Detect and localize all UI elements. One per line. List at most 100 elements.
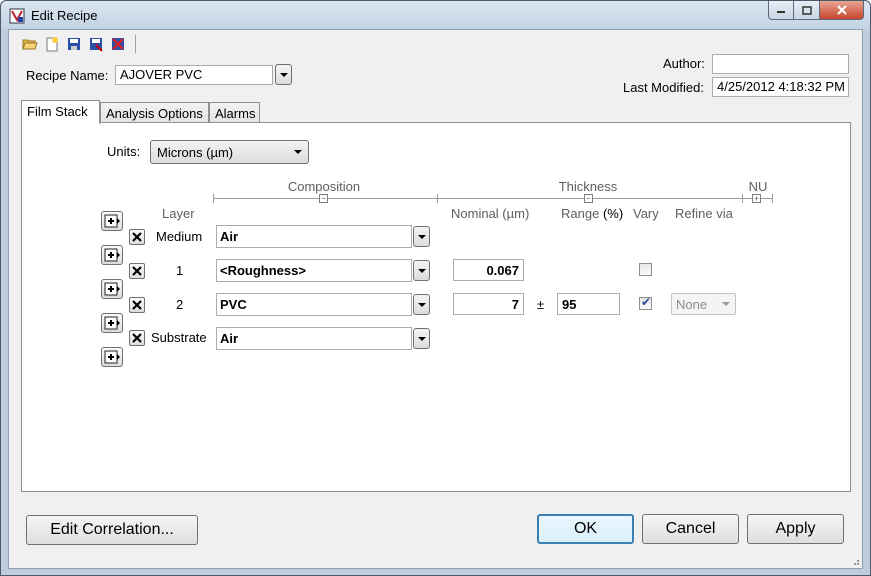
ok-button[interactable]: OK (537, 514, 634, 544)
add-layer-icon (104, 282, 120, 296)
chevron-down-icon (294, 150, 302, 154)
title-bar[interactable]: Edit Recipe (1, 1, 870, 29)
delete-layer-button[interactable] (129, 297, 145, 313)
maximize-icon (801, 5, 812, 15)
layer-name: Substrate (151, 330, 207, 345)
tab-alarms[interactable]: Alarms (209, 102, 260, 123)
chevron-down-icon (417, 268, 426, 273)
composition-field[interactable]: Air (216, 327, 412, 350)
chevron-down-icon (417, 234, 426, 239)
recipe-name-label: Recipe Name: (26, 68, 109, 83)
layer-column-header: Layer (162, 206, 195, 221)
last-modified-label: Last Modified: (623, 80, 704, 95)
header-tick (213, 194, 214, 203)
author-field[interactable] (712, 54, 849, 74)
header-tick (772, 194, 773, 203)
nominal-thickness-field[interactable]: 7 (453, 293, 524, 315)
delete-icon (132, 232, 142, 242)
range-label: Range (561, 206, 600, 221)
plus-minus-sign: ± (537, 297, 545, 312)
open-folder-icon[interactable] (19, 34, 41, 54)
composition-collapse-toggle[interactable]: − (319, 194, 328, 203)
add-layer-icon (104, 214, 120, 228)
save-icon[interactable] (63, 34, 85, 54)
nominal-thickness-field[interactable]: 0.067 (453, 259, 524, 281)
delete-layer-button[interactable] (129, 229, 145, 245)
window-title: Edit Recipe (31, 8, 98, 23)
chevron-down-icon (279, 72, 288, 77)
add-layer-icon (104, 350, 120, 364)
composition-dropdown-button[interactable] (413, 328, 430, 349)
caption-buttons (768, 1, 864, 21)
add-layer-button[interactable] (101, 245, 123, 265)
nu-expand-toggle[interactable]: + (752, 194, 761, 203)
delete-file-icon[interactable] (107, 34, 129, 54)
minimize-icon (777, 11, 785, 13)
header-tick (742, 194, 743, 203)
save-as-icon[interactable] (85, 34, 107, 54)
minimize-button[interactable] (768, 1, 794, 20)
checkmark-icon: ✔ (641, 295, 652, 309)
refine-via-value: None (676, 297, 708, 312)
composition-dropdown-button[interactable] (413, 294, 430, 315)
add-layer-icon (104, 316, 120, 330)
nominal-column-header: Nominal (µm) (451, 206, 530, 221)
thickness-header: Thickness (558, 179, 618, 194)
tab-film-stack[interactable]: Film Stack (21, 100, 100, 124)
add-layer-button[interactable] (101, 211, 123, 231)
apply-button[interactable]: Apply (747, 514, 844, 544)
composition-dropdown-button[interactable] (413, 260, 430, 281)
dialog-client: Recipe Name: AJOVER PVC Author: Last Mod… (8, 29, 863, 569)
units-select[interactable]: Microns (µm) (150, 140, 309, 164)
vary-column-header: Vary (633, 206, 659, 221)
add-layer-button[interactable] (101, 279, 123, 299)
delete-icon (132, 300, 142, 310)
close-icon (836, 5, 847, 15)
edit-correlation-button[interactable]: Edit Correlation... (26, 515, 198, 545)
delete-icon (132, 266, 142, 276)
range-column-header: Range (%) (561, 206, 623, 221)
units-label: Units: (107, 144, 141, 159)
refine-column-header: Refine via (675, 206, 733, 221)
chevron-down-icon (417, 302, 426, 307)
close-button[interactable] (820, 1, 864, 20)
header-rule (213, 198, 773, 199)
app-icon (9, 8, 25, 24)
composition-dropdown-button[interactable] (413, 226, 430, 247)
delete-icon (132, 333, 142, 343)
header-tick (437, 194, 438, 203)
composition-header: Composition (287, 179, 361, 194)
author-label: Author: (663, 56, 705, 71)
composition-field[interactable]: PVC (216, 293, 412, 316)
toolbar-separator (135, 35, 136, 53)
vary-checkbox[interactable] (639, 263, 652, 276)
delete-layer-button[interactable] (129, 263, 145, 279)
composition-field[interactable]: Air (216, 225, 412, 248)
recipe-name-combo[interactable]: AJOVER PVC (115, 65, 273, 85)
add-layer-button[interactable] (101, 313, 123, 333)
add-layer-icon (104, 248, 120, 262)
film-stack-panel: Units: Microns (µm) Composition Thicknes… (21, 122, 851, 492)
recipe-name-dropdown-button[interactable] (275, 64, 292, 85)
tab-analysis-options[interactable]: Analysis Options (100, 102, 209, 123)
chevron-down-icon (722, 302, 730, 306)
last-modified-field: 4/25/2012 4:18:32 PM (712, 77, 849, 97)
range-field[interactable]: 95 (557, 293, 620, 315)
add-layer-button[interactable] (101, 347, 123, 367)
refine-via-select[interactable]: None (671, 293, 736, 315)
chevron-down-icon (417, 336, 426, 341)
layer-name: Medium (156, 229, 203, 244)
layer-name: 1 (176, 263, 184, 278)
thickness-collapse-toggle[interactable]: − (584, 194, 593, 203)
layer-name: 2 (176, 297, 184, 312)
units-value: Microns (µm) (157, 145, 234, 160)
delete-layer-button[interactable] (129, 330, 145, 346)
toolbar (19, 34, 136, 54)
resize-grip-icon[interactable] (850, 556, 860, 566)
composition-field[interactable]: <Roughness> (216, 259, 412, 282)
new-file-icon[interactable] (41, 34, 63, 54)
maximize-button[interactable] (794, 1, 820, 20)
vary-checkbox[interactable]: ✔ (639, 295, 652, 310)
cancel-button[interactable]: Cancel (642, 514, 739, 544)
range-unit: (%) (602, 206, 624, 221)
